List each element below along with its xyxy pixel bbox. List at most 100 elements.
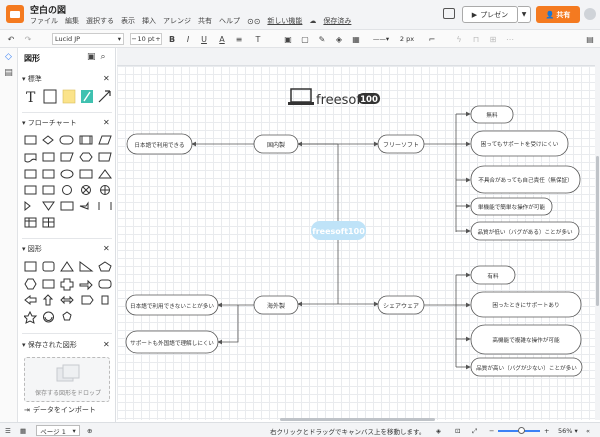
- zoom-out-icon[interactable]: −: [489, 426, 494, 436]
- font-value: Lucid JP: [55, 35, 81, 43]
- page-label: ページ 1: [40, 427, 66, 436]
- present-button[interactable]: ▶ プレゼン: [462, 6, 518, 23]
- comment-icon[interactable]: [443, 8, 455, 19]
- share-label: 共有: [556, 10, 571, 19]
- font-size-value: 10 pt: [137, 35, 155, 43]
- canvas[interactable]: [117, 66, 595, 420]
- fill-icon[interactable]: ▣: [283, 33, 293, 45]
- basic-shapes[interactable]: [24, 260, 112, 328]
- new-feature-link[interactable]: 新しい機能: [267, 16, 302, 26]
- zoom-value: 56%: [558, 427, 573, 435]
- shapes-icon[interactable]: ◇: [3, 52, 14, 63]
- close-icon[interactable]: ✕: [103, 118, 110, 127]
- chevron-down-icon: ▾: [117, 35, 121, 43]
- shapes-panel: 図形 ▣ ⌕ ▾ 標準 ✕ T ▾ フローチャート ✕ ▾ 図形 ✕ ▾ 保存さ…: [18, 48, 116, 422]
- add-page-icon[interactable]: ⊕: [87, 426, 92, 436]
- saved-shapes-icon: [56, 364, 80, 382]
- menu-insert[interactable]: 挿入: [142, 16, 156, 26]
- section-shapes-title: 図形: [27, 245, 42, 253]
- font-size-select[interactable]: − 10 pt +: [130, 33, 162, 45]
- menu-share[interactable]: 共有: [198, 16, 212, 26]
- align-icon[interactable]: ≡: [234, 33, 244, 45]
- underline-icon[interactable]: U: [199, 33, 209, 45]
- text-options-icon[interactable]: T: [253, 33, 263, 45]
- grid-view-icon[interactable]: ▦: [20, 426, 26, 436]
- play-icon: ▶: [471, 10, 478, 19]
- saved-status: 保存済み: [323, 17, 352, 25]
- chevron-down-icon: ▾: [72, 426, 76, 435]
- menu-help[interactable]: ヘルプ: [219, 16, 240, 26]
- fullscreen-icon[interactable]: ⤢: [472, 426, 477, 436]
- avatar[interactable]: [584, 8, 596, 20]
- menu-bar: ファイル 編集 選択する 表示 挿入 アレンジ 共有 ヘルプ ⊙⊙ 新しい機能 …: [30, 16, 351, 26]
- image-search-icon[interactable]: ▣: [87, 52, 96, 62]
- plus-icon[interactable]: +: [155, 35, 160, 43]
- flowchart-shapes[interactable]: [24, 134, 112, 234]
- line-width-select[interactable]: 2 px: [396, 33, 418, 45]
- app-logo[interactable]: [6, 5, 24, 23]
- saved-shapes-drop-zone[interactable]: 保存する図形をドロップ: [24, 357, 110, 402]
- vertical-scrollbar[interactable]: [595, 48, 600, 420]
- close-icon[interactable]: ✕: [103, 244, 110, 253]
- minus-icon[interactable]: −: [131, 35, 136, 43]
- layers-icon[interactable]: ◈: [436, 426, 441, 436]
- page-select[interactable]: ページ 1 ▾: [36, 425, 80, 436]
- share-button[interactable]: 👤 共有: [536, 6, 580, 23]
- toolbar: ↶ ↷ Lucid JP ▾ − 10 pt + B I U A ≡ T ▣ ▢…: [0, 30, 600, 48]
- menu-select[interactable]: 選択する: [86, 16, 114, 26]
- templates-icon[interactable]: ▤: [3, 68, 14, 79]
- standard-shapes[interactable]: T: [24, 88, 112, 106]
- zoom-slider-handle[interactable]: [518, 427, 525, 434]
- italic-icon[interactable]: I: [183, 33, 193, 45]
- import-label: データをインポート: [32, 406, 96, 414]
- effects-icon[interactable]: ◈: [334, 33, 344, 45]
- search-icon[interactable]: ⌕: [101, 52, 106, 62]
- text-color-icon[interactable]: A: [217, 33, 227, 45]
- image-icon[interactable]: ▦: [351, 33, 361, 45]
- connector-icon[interactable]: ⌐: [427, 33, 437, 45]
- menu-view[interactable]: 表示: [121, 16, 135, 26]
- user-plus-icon: 👤: [545, 10, 555, 19]
- fit-page-icon[interactable]: ⊡: [455, 426, 460, 436]
- menu-file[interactable]: ファイル: [30, 16, 58, 26]
- section-standard-title: 標準: [27, 75, 42, 83]
- line-color-icon[interactable]: ✎: [317, 33, 327, 45]
- cloud-saved-icon: ☁: [309, 17, 317, 25]
- zoom-level[interactable]: 56% ▾: [558, 426, 578, 436]
- drop-text: 保存する図形をドロップ: [34, 390, 101, 397]
- collapse-icon[interactable]: «: [586, 426, 590, 436]
- redo-icon[interactable]: ↷: [22, 33, 34, 45]
- panel-title: 図形: [24, 54, 40, 63]
- import-data-button[interactable]: ⇥ データをインポート: [24, 405, 96, 415]
- more-icon[interactable]: ⋯: [505, 33, 515, 45]
- line-style-select[interactable]: ——▾: [368, 33, 394, 45]
- font-select[interactable]: Lucid JP ▾: [52, 33, 124, 45]
- lock-icon[interactable]: ⊓: [471, 33, 481, 45]
- present-label: プレゼン: [480, 10, 509, 19]
- left-rail: ◇ ▤: [0, 48, 18, 422]
- menu-edit[interactable]: 編集: [65, 16, 79, 26]
- bold-icon[interactable]: B: [167, 33, 177, 45]
- zoom-in-icon[interactable]: +: [544, 426, 549, 436]
- svg-text:T: T: [26, 90, 36, 106]
- group-icon[interactable]: ⊞: [488, 33, 498, 45]
- close-icon[interactable]: ✕: [103, 340, 110, 349]
- ruler: [117, 48, 595, 66]
- border-icon[interactable]: ▢: [300, 33, 310, 45]
- title-bar: 空白の図 ファイル 編集 選択する 表示 挿入 アレンジ 共有 ヘルプ ⊙⊙ 新…: [0, 0, 600, 30]
- section-flowchart-title: フローチャート: [27, 119, 77, 127]
- import-icon: ⇥: [24, 406, 30, 414]
- format-panel-icon[interactable]: ▤: [584, 33, 596, 45]
- action-icon[interactable]: ϟ: [454, 33, 464, 45]
- binoculars-icon[interactable]: ⊙⊙: [247, 17, 260, 26]
- horizontal-scrollbar[interactable]: [280, 418, 435, 421]
- present-options-button[interactable]: ▼: [518, 6, 531, 23]
- section-saved-title: 保存された図形: [27, 341, 77, 349]
- list-view-icon[interactable]: ☰: [5, 426, 11, 436]
- menu-arrange[interactable]: アレンジ: [163, 16, 191, 26]
- status-hint: 右クリックとドラッグでキャンバス上を移動します。: [270, 428, 426, 436]
- document-title[interactable]: 空白の図: [30, 3, 66, 16]
- status-bar: ☰ ▦ ページ 1 ▾ ⊕ 右クリックとドラッグでキャンバス上を移動します。 ◈…: [0, 422, 600, 437]
- close-icon[interactable]: ✕: [103, 74, 110, 83]
- undo-icon[interactable]: ↶: [5, 33, 17, 45]
